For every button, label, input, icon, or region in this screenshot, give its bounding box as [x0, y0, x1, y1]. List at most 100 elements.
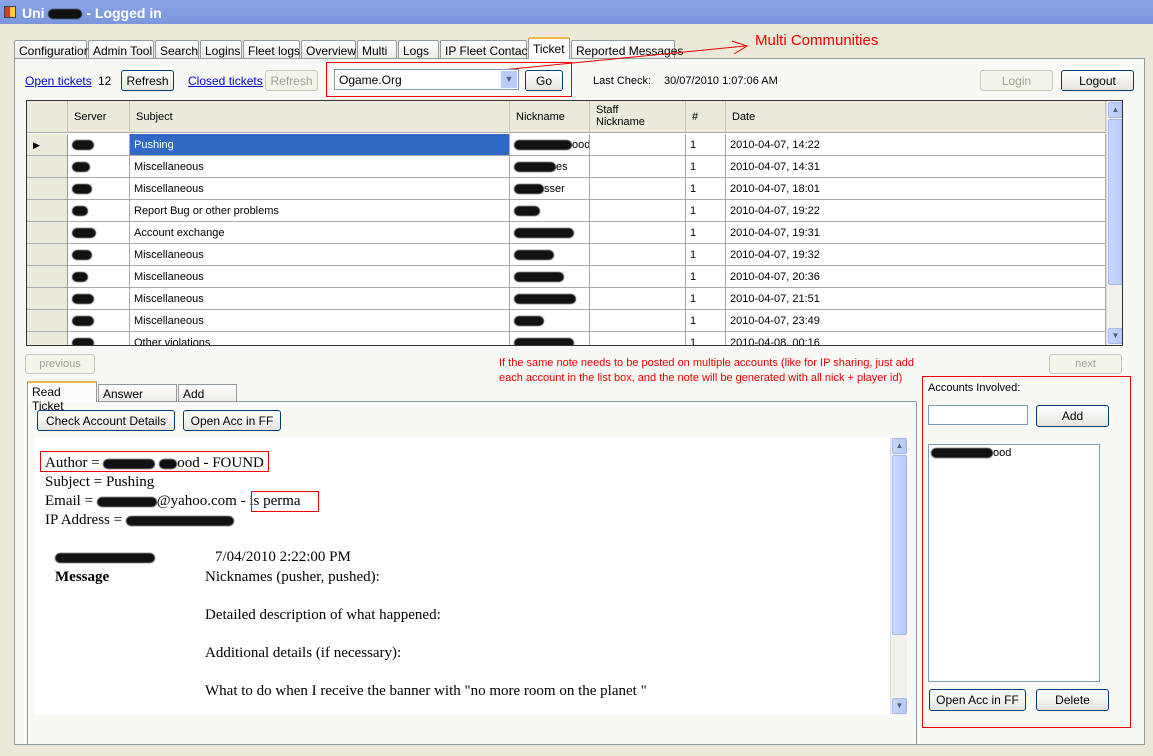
nickname-cell: sser	[510, 178, 590, 200]
table-row[interactable]: ▶ Pushing ood 1 2010-04-07, 14:22	[27, 134, 1107, 156]
subtab-add-notes[interactable]: Add Notes	[178, 384, 237, 415]
logout-button[interactable]: Logout	[1061, 70, 1134, 91]
message-label: Message	[55, 569, 110, 585]
column-header[interactable]: Server	[68, 101, 130, 133]
table-row[interactable]: Miscellaneous sser 1 2010-04-07, 18:01	[27, 178, 1107, 200]
row-header[interactable]	[27, 200, 68, 222]
nickname-cell	[510, 288, 590, 310]
row-header[interactable]	[27, 332, 68, 345]
table-row[interactable]: Other violations 1 2010-04-08, 00:16	[27, 332, 1107, 345]
tab-ticket[interactable]: Ticket	[528, 37, 570, 59]
grid-scrollbar[interactable]: ▲ ▼	[1106, 101, 1122, 345]
open-acc-ff-button[interactable]: Open Acc in FF	[183, 410, 281, 431]
login-button[interactable]: Login	[980, 70, 1053, 91]
window-title-suffix: - Logged in	[86, 5, 162, 21]
subject-cell: Miscellaneous	[130, 244, 510, 266]
row-header[interactable]	[27, 244, 68, 266]
open-tickets-link[interactable]: Open tickets	[25, 74, 92, 88]
next-button[interactable]: next	[1049, 354, 1122, 374]
grid-corner	[27, 101, 68, 133]
last-check-label: Last Check:	[593, 75, 652, 87]
content-scrollbar[interactable]: ▲ ▼	[890, 437, 907, 715]
scroll-down-icon[interactable]: ▼	[1108, 328, 1122, 344]
refresh-closed-button[interactable]: Refresh	[265, 70, 318, 91]
subject-cell: Miscellaneous	[130, 288, 510, 310]
scroll-up-icon[interactable]: ▲	[892, 438, 907, 454]
row-header[interactable]	[27, 288, 68, 310]
tab-logins[interactable]: Logins	[200, 40, 242, 59]
open-ticket-count: 12	[98, 74, 112, 88]
subject-cell: Miscellaneous	[130, 178, 510, 200]
scroll-thumb[interactable]	[1108, 119, 1122, 285]
chevron-down-icon[interactable]: ▼	[501, 71, 517, 88]
subject-cell: Miscellaneous	[130, 156, 510, 178]
row-header[interactable]	[27, 156, 68, 178]
column-header[interactable]: Subject	[130, 101, 510, 133]
author-name	[55, 549, 155, 566]
column-header[interactable]: Staff Nickname	[590, 101, 686, 133]
subject-cell: Account exchange	[130, 222, 510, 244]
scroll-down-icon[interactable]: ▼	[892, 698, 907, 714]
count-cell: 1	[686, 288, 726, 310]
nickname-cell	[510, 310, 590, 332]
tab-overview[interactable]: Overview	[301, 40, 356, 59]
accounts-label: Accounts Involved:	[928, 382, 1021, 394]
community-value: Ogame.Org	[339, 73, 402, 87]
annotation-multi-communities: Multi Communities	[755, 32, 879, 49]
redacted	[48, 9, 83, 20]
row-header[interactable]	[27, 222, 68, 244]
subtab-read-ticket[interactable]: Read Ticket	[27, 381, 97, 413]
row-header[interactable]: ▶	[27, 134, 68, 156]
table-row[interactable]: Miscellaneous 1 2010-04-07, 21:51	[27, 288, 1107, 310]
tab-configuration[interactable]: Configuration	[14, 40, 90, 59]
count-cell: 1	[686, 200, 726, 222]
server-cell	[68, 288, 130, 310]
row-header[interactable]	[27, 310, 68, 332]
closed-tickets-link[interactable]: Closed tickets	[188, 74, 263, 88]
annotation-box	[251, 491, 319, 512]
scroll-up-icon[interactable]: ▲	[1108, 102, 1122, 118]
previous-button[interactable]: previous	[25, 354, 95, 374]
list-item[interactable]: ood	[931, 447, 1097, 459]
check-account-details-button[interactable]: Check Account Details	[37, 410, 175, 431]
go-button[interactable]: Go	[525, 70, 563, 91]
scroll-thumb[interactable]	[892, 455, 907, 635]
column-header[interactable]: Date	[726, 101, 1106, 133]
nickname-cell	[510, 244, 590, 266]
accounts-open-acc-ff-button[interactable]: Open Acc in FF	[929, 689, 1026, 711]
subtab-answer-ticket[interactable]: Answer Ticket	[98, 384, 177, 415]
table-row[interactable]: Miscellaneous 1 2010-04-07, 19:32	[27, 244, 1107, 266]
column-header[interactable]: #	[686, 101, 726, 133]
server-cell	[68, 310, 130, 332]
table-row[interactable]: Miscellaneous es 1 2010-04-07, 14:31	[27, 156, 1107, 178]
table-row[interactable]: Report Bug or other problems 1 2010-04-07,…	[27, 200, 1107, 222]
tab-search[interactable]: Search	[155, 40, 199, 59]
count-cell: 1	[686, 310, 726, 332]
staff-nickname-cell	[590, 332, 686, 345]
staff-nickname-cell	[590, 156, 686, 178]
refresh-open-button[interactable]: Refresh	[121, 70, 174, 91]
delete-account-button[interactable]: Delete	[1036, 689, 1109, 711]
tab-fleet-logs[interactable]: Fleet logs	[243, 40, 300, 59]
accounts-list[interactable]: ood	[928, 444, 1100, 682]
community-select[interactable]: Ogame.Org ▼	[334, 69, 519, 90]
count-cell: 1	[686, 222, 726, 244]
row-header[interactable]	[27, 178, 68, 200]
nickname-cell: es	[510, 156, 590, 178]
server-cell	[68, 332, 130, 345]
row-header[interactable]	[27, 266, 68, 288]
table-row[interactable]: Miscellaneous 1 2010-04-07, 23:49	[27, 310, 1107, 332]
table-row[interactable]: Account exchange 1 2010-04-07, 19:31	[27, 222, 1107, 244]
tickets-grid[interactable]: Server Subject Nickname Staff Nickname # Date…	[26, 100, 1123, 346]
tab-admin-tool[interactable]: Admin Tool	[88, 40, 154, 59]
app-icon	[4, 6, 16, 18]
ticket-content[interactable]: Author = ood - FOUND Subject = Pushing E…	[35, 437, 907, 715]
date-cell: 2010-04-07, 14:31	[726, 156, 1106, 178]
message-line: What to do when I receive the banner wit…	[205, 683, 647, 699]
account-input[interactable]	[928, 405, 1028, 425]
column-header[interactable]: Nickname	[510, 101, 590, 133]
add-account-button[interactable]: Add	[1036, 405, 1109, 427]
table-row[interactable]: Miscellaneous 1 2010-04-07, 20:36	[27, 266, 1107, 288]
nickname-cell	[510, 266, 590, 288]
last-check-value: 30/07/2010 1:07:06 AM	[664, 75, 778, 87]
